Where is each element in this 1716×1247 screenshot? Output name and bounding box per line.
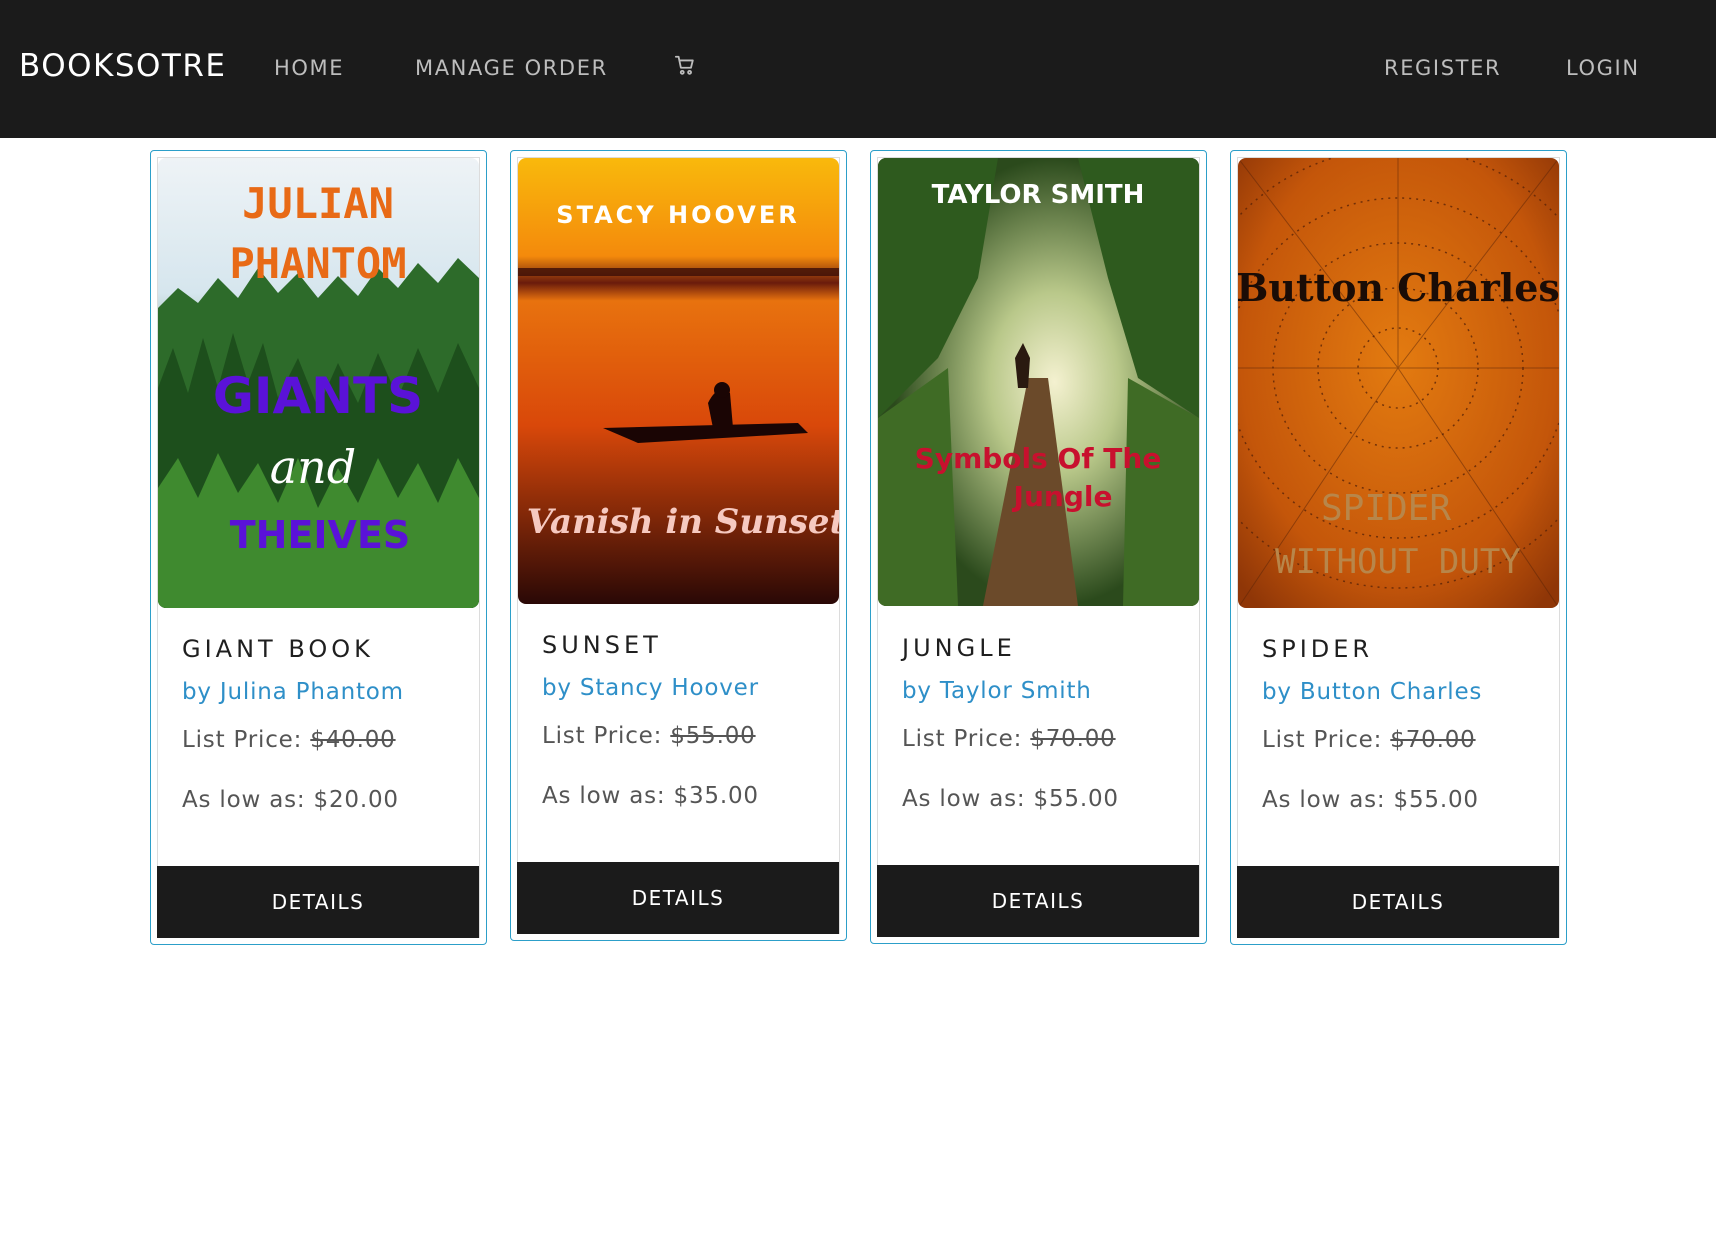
list-price: List Price: $70.00 — [1262, 727, 1476, 753]
list-price-value: $70.00 — [1030, 726, 1116, 752]
book-author-link[interactable]: by Stancy Hoover — [542, 675, 759, 701]
book-card-giant: JULIAN PHANTOM GIANTS and THEIVES GIANT … — [150, 150, 487, 945]
list-price-label: List Price: — [902, 726, 1031, 752]
book-cover-image[interactable]: TAYLOR SMITH Symbols Of The Jungle — [878, 158, 1199, 606]
details-button[interactable]: DETAILS — [517, 862, 839, 934]
nav-login-link[interactable]: LOGIN — [1566, 56, 1640, 80]
cover-text: SPIDER — [1321, 488, 1451, 529]
book-author-link[interactable]: by Julina Phantom — [182, 679, 404, 705]
details-button[interactable]: DETAILS — [877, 865, 1199, 937]
list-price-label: List Price: — [182, 727, 311, 753]
low-price: As low as: $55.00 — [1262, 787, 1479, 813]
nav-register-link[interactable]: REGISTER — [1384, 56, 1501, 80]
book-cover-image[interactable]: STACY HOOVER Vanish in Sunset — [518, 158, 839, 604]
book-title: GIANT BOOK — [182, 635, 374, 663]
nav-manage-order-link[interactable]: MANAGE ORDER — [415, 56, 608, 80]
cover-text: and — [270, 440, 357, 494]
low-price: As low as: $20.00 — [182, 787, 399, 813]
list-price: List Price: $55.00 — [542, 723, 756, 749]
cover-text: TAYLOR SMITH — [932, 180, 1145, 210]
cover-text: THEIVES — [230, 513, 411, 557]
list-price-value: $40.00 — [310, 727, 396, 753]
details-button[interactable]: DETAILS — [1237, 866, 1559, 938]
book-author-link[interactable]: by Taylor Smith — [902, 678, 1092, 704]
top-navbar: BOOKSOTRE HOME MANAGE ORDER REGISTER LOG… — [0, 0, 1716, 138]
cover-text: JULIAN — [242, 179, 394, 228]
details-button[interactable]: DETAILS — [157, 866, 479, 938]
nav-home-link[interactable]: HOME — [274, 56, 344, 80]
cover-text: Vanish in Sunset — [527, 502, 839, 542]
book-title: SPIDER — [1262, 635, 1374, 663]
brand-logo[interactable]: BOOKSOTRE — [19, 48, 227, 84]
cover-text: Symbols Of The — [915, 442, 1162, 475]
book-card-sunset: STACY HOOVER Vanish in Sunset SUNSET by … — [510, 150, 847, 941]
book-card-spider: Button Charles SPIDER WITHOUT DUTY SPIDE… — [1230, 150, 1567, 945]
book-title: JUNGLE — [902, 634, 1016, 662]
low-price: As low as: $55.00 — [902, 786, 1119, 812]
low-price: As low as: $35.00 — [542, 783, 759, 809]
cover-text: Jungle — [1012, 480, 1113, 513]
book-cover-image[interactable]: JULIAN PHANTOM GIANTS and THEIVES — [158, 158, 479, 608]
list-price-value: $55.00 — [670, 723, 756, 749]
cover-text: GIANTS — [213, 367, 423, 425]
list-price-label: List Price: — [542, 723, 671, 749]
cover-text: PHANTOM — [229, 239, 406, 288]
cover-text: WITHOUT DUTY — [1275, 542, 1521, 582]
shopping-cart-icon[interactable] — [674, 54, 696, 81]
list-price-label: List Price: — [1262, 727, 1391, 753]
book-author-link[interactable]: by Button Charles — [1262, 679, 1482, 705]
list-price: List Price: $40.00 — [182, 727, 396, 753]
book-card-jungle: TAYLOR SMITH Symbols Of The Jungle JUNGL… — [870, 150, 1207, 944]
list-price-value: $70.00 — [1390, 727, 1476, 753]
cover-text: Button Charles — [1238, 265, 1559, 310]
list-price: List Price: $70.00 — [902, 726, 1116, 752]
book-title: SUNSET — [542, 631, 662, 659]
book-cover-image[interactable]: Button Charles SPIDER WITHOUT DUTY — [1238, 158, 1559, 608]
cover-text: STACY HOOVER — [556, 201, 799, 229]
